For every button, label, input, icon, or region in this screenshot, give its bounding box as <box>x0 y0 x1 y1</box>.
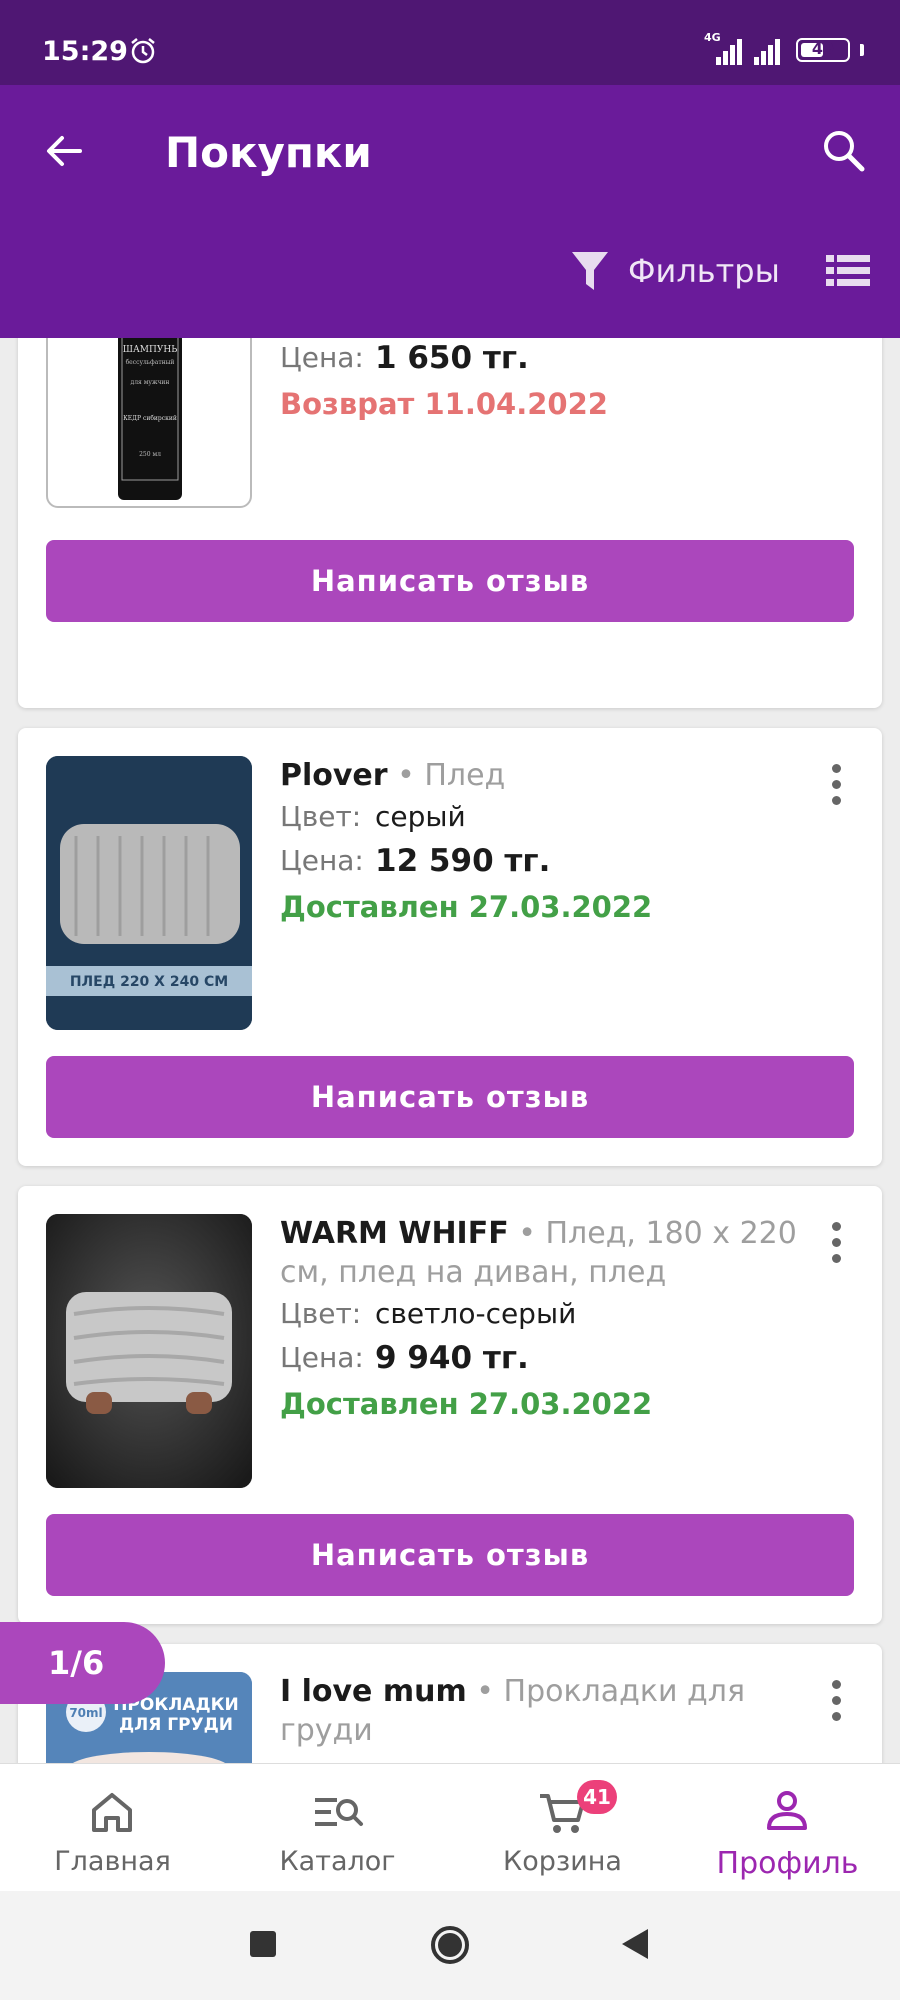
price-value: 9 940 тг. <box>375 1340 529 1376</box>
bottom-navigation: Главная Каталог 41 Корзина Профиль <box>0 1763 900 1892</box>
color-row: Цвет: светло-серый <box>280 1292 800 1336</box>
recent-apps-icon[interactable] <box>248 1929 278 1959</box>
cellular-signal-icon: 4G <box>704 31 742 65</box>
back-button-icon[interactable] <box>618 1927 650 1961</box>
nav-label: Профиль <box>716 1846 859 1881</box>
order-status: Доставлен 27.03.2022 <box>280 1387 653 1421</box>
product-image[interactable] <box>46 1214 252 1488</box>
nav-item-catalog[interactable]: Каталог <box>225 1764 450 1892</box>
svg-text:ДЛЯ ГРУДИ: ДЛЯ ГРУДИ <box>119 1715 233 1735</box>
home-icon <box>92 1793 132 1832</box>
price-label: Цена: <box>280 844 364 877</box>
alarm-icon <box>131 38 155 64</box>
profile-icon <box>767 1791 807 1830</box>
nav-label: Каталог <box>279 1846 396 1877</box>
filters-button[interactable]: Фильтры <box>570 247 780 295</box>
price-row: Цена: 9 940 тг. <box>280 1336 800 1380</box>
nav-item-profile[interactable]: Профиль <box>675 1764 900 1892</box>
svg-text:70ml: 70ml <box>69 1706 102 1720</box>
price-value: 12 590 тг. <box>375 843 551 879</box>
order-info: Plover • Плед Цвет: серый Цена: 12 590 т… <box>280 756 800 931</box>
svg-text:бессульфатный: бессульфатный <box>126 359 175 366</box>
filters-label: Фильтры <box>628 252 780 290</box>
shampoo-bottle-image: ШАМПУНЬ бессульфатный для мужчин КЕДР си… <box>118 338 182 500</box>
color-label: Цвет: <box>280 800 362 833</box>
product-title: Plover • Плед <box>280 758 506 793</box>
purchases-list[interactable]: ШАМПУНЬ бессульфатный для мужчин КЕДР си… <box>0 338 900 1763</box>
product-brand: WARM WHIFF <box>280 1216 509 1251</box>
catalog-search-icon <box>315 1798 363 1826</box>
blanket-image <box>46 1214 252 1488</box>
system-navigation-bar <box>0 1891 900 2000</box>
network-type: 4G <box>704 31 721 44</box>
order-info: Цена: 1 650 тг. Возврат 11.04.2022 <box>280 338 800 428</box>
list-view-icon[interactable] <box>826 253 870 289</box>
nav-item-home[interactable]: Главная <box>0 1764 225 1892</box>
order-status: Доставлен 27.03.2022 <box>280 890 653 924</box>
price-row: Цена: 1 650 тг. <box>280 338 800 380</box>
page-indicator: 1/6 <box>0 1622 165 1704</box>
color-row: Цвет: серый <box>280 795 800 839</box>
app-bar: Покупки Фильтры <box>0 85 900 338</box>
cellular-signal-icon-2 <box>750 35 786 65</box>
search-icon[interactable] <box>818 125 870 177</box>
price-row: Цена: 12 590 тг. <box>280 839 800 883</box>
nav-item-cart[interactable]: 41 Корзина <box>450 1764 675 1892</box>
nav-label: Главная <box>54 1846 171 1877</box>
order-info: I love mum • Прокладки для груди <box>280 1672 800 1750</box>
price-value: 1 650 тг. <box>375 340 529 376</box>
blanket-image: ПЛЕД 220 X 240 СМ <box>46 756 252 1030</box>
color-value: серый <box>375 800 466 833</box>
svg-text:ШАМПУНЬ: ШАМПУНЬ <box>123 345 178 355</box>
status-bar: 15:29 4G 49 <box>0 0 900 85</box>
svg-text:КЕДР сибирский: КЕДР сибирский <box>123 415 177 422</box>
more-options-icon[interactable] <box>832 1222 842 1266</box>
nav-label: Корзина <box>503 1846 622 1877</box>
home-button-icon[interactable] <box>428 1923 472 1967</box>
page-title: Покупки <box>165 128 372 177</box>
more-options-icon[interactable] <box>832 1680 842 1724</box>
battery-tip <box>860 44 864 56</box>
write-review-button[interactable]: Написать отзыв <box>46 1056 854 1138</box>
product-title: I love mum • Прокладки для груди <box>280 1674 746 1748</box>
filter-icon <box>572 252 608 290</box>
product-title: WARM WHIFF • Плед, 180 х 220 см, плед на… <box>280 1216 797 1290</box>
more-options-icon[interactable] <box>832 764 842 808</box>
product-category: Плед <box>424 758 506 793</box>
price-label: Цена: <box>280 341 364 374</box>
product-brand: Plover <box>280 758 388 793</box>
status-time: 15:29 <box>42 36 128 67</box>
svg-text:ПЛЕД 220 X 240 СМ: ПЛЕД 220 X 240 СМ <box>70 974 228 990</box>
color-value: светло-серый <box>375 1297 577 1330</box>
write-review-button[interactable]: Написать отзыв <box>46 540 854 622</box>
order-card: ПЛЕД 220 X 240 СМ Plover • Плед Цвет: се… <box>18 728 882 1166</box>
battery-level: 49 <box>811 39 835 58</box>
price-label: Цена: <box>280 1341 364 1374</box>
battery-icon: 49 <box>796 38 850 62</box>
order-card: ШАМПУНЬ бессульфатный для мужчин КЕДР си… <box>18 338 882 708</box>
write-review-button[interactable]: Написать отзыв <box>46 1514 854 1596</box>
svg-text:250 мл: 250 мл <box>139 451 161 458</box>
product-brand: I love mum <box>280 1674 467 1709</box>
product-image[interactable]: ПЛЕД 220 X 240 СМ <box>46 756 252 1030</box>
order-status: Возврат 11.04.2022 <box>280 387 608 421</box>
svg-text:для мужчин: для мужчин <box>131 379 170 386</box>
cart-badge: 41 <box>577 1780 617 1814</box>
back-arrow-icon[interactable] <box>38 125 90 177</box>
order-card: WARM WHIFF • Плед, 180 х 220 см, плед на… <box>18 1186 882 1624</box>
color-label: Цвет: <box>280 1297 362 1330</box>
product-image[interactable]: ШАМПУНЬ бессульфатный для мужчин КЕДР си… <box>46 338 252 508</box>
order-info: WARM WHIFF • Плед, 180 х 220 см, плед на… <box>280 1214 800 1428</box>
